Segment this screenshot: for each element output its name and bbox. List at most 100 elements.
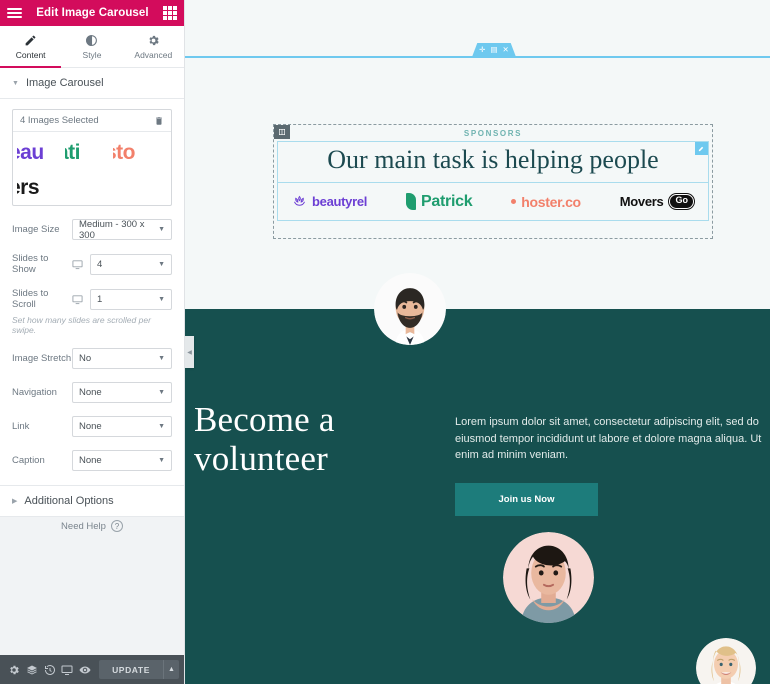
section-image-carousel[interactable]: ▼ Image Carousel: [0, 68, 184, 99]
headline-widget[interactable]: Our main task is helping people: [277, 141, 709, 183]
hero-section[interactable]: Become a volunteer Lorem ipsum dolor sit…: [185, 309, 770, 684]
navigation-select[interactable]: None ▼: [72, 382, 172, 403]
logo-beautyrel-text: beautyrel: [312, 194, 368, 209]
panel-tabs: Content Style Advanced: [0, 26, 184, 68]
caption-value: None: [79, 455, 102, 466]
columns-icon[interactable]: ▤: [490, 46, 497, 54]
plus-icon[interactable]: ✛: [479, 46, 485, 54]
image-carousel-controls: 4 Images Selected eau ati sto ers Image …: [0, 99, 184, 486]
field-image-stretch-label: Image Stretch: [12, 353, 72, 364]
column-handle-icon[interactable]: [274, 125, 290, 139]
image-size-select[interactable]: Medium - 300 x 300 ▼: [72, 218, 172, 241]
chevron-down-icon: ▼: [158, 423, 165, 430]
tab-style[interactable]: Style: [61, 27, 122, 68]
chevron-up-icon[interactable]: ▲: [162, 660, 179, 679]
panel-scroll-area: ▼ Image Carousel 4 Images Selected eau a…: [0, 68, 184, 655]
gallery-thumb[interactable]: sto: [113, 136, 159, 169]
sponsors-section[interactable]: SPONSORS Our main task is helping people: [273, 124, 713, 239]
panel-footer: UPDATE ▲: [0, 655, 184, 684]
close-icon[interactable]: ✕: [503, 46, 509, 54]
caption-select[interactable]: None ▼: [72, 450, 172, 471]
field-caption: Caption None ▼: [12, 450, 172, 471]
update-button-group: UPDATE ▲: [99, 660, 179, 679]
logo-movers-text: Movers: [619, 194, 664, 209]
field-link: Link None ▼: [12, 416, 172, 437]
logo-moversgo[interactable]: Movers Go: [620, 194, 694, 209]
image-stretch-value: No: [79, 353, 92, 364]
slides-to-scroll-select[interactable]: 1 ▼: [90, 288, 172, 310]
gallery-thumb[interactable]: ers: [17, 171, 169, 204]
need-help-label: Need Help: [61, 520, 106, 532]
pencil-icon: [24, 34, 37, 47]
field-slides-to-scroll-label: Slides to Scroll: [12, 288, 49, 310]
update-button[interactable]: UPDATE: [99, 660, 163, 679]
logo-beautyrel[interactable]: beautyrel: [292, 194, 367, 209]
chevron-down-icon: ▼: [158, 355, 165, 362]
lotus-icon: [292, 194, 307, 209]
desktop-icon[interactable]: [72, 259, 83, 270]
gallery-summary-row: 4 Images Selected: [13, 110, 171, 132]
logo-hoster-co-text: hoster.co: [521, 193, 581, 210]
slides-to-show-value: 4: [97, 258, 103, 270]
responsive-mode-icon[interactable]: [58, 655, 76, 684]
section-handle-toolbar[interactable]: ✛ ▤ ✕: [472, 43, 516, 57]
navigation-value: None: [79, 387, 102, 398]
chevron-down-icon: ▼: [158, 260, 165, 268]
grid-icon[interactable]: [163, 6, 177, 20]
gallery-thumb[interactable]: ati: [65, 136, 111, 169]
trash-icon[interactable]: [154, 116, 164, 126]
logo-patrick-text: Patrick: [421, 192, 473, 210]
gallery-control: 4 Images Selected eau ati sto ers: [12, 109, 172, 206]
gallery-summary: 4 Images Selected: [20, 115, 99, 126]
chevron-down-icon: ▼: [12, 79, 19, 87]
contrast-icon: [85, 34, 98, 47]
need-help-area: Need Help ?: [0, 517, 184, 655]
editor-canvas: ◀ ✛ ▤ ✕ SPONSORS Our main task is helpin…: [185, 0, 770, 684]
field-slides-to-show-label: Slides to Show: [12, 253, 49, 275]
section-additional-options[interactable]: ▶ Additional Options: [0, 486, 184, 517]
avatar-bearded-man: [374, 273, 446, 345]
panel-collapse-handle[interactable]: ◀: [185, 336, 194, 368]
gallery-thumb[interactable]: eau: [17, 136, 63, 169]
panel-header: Edit Image Carousel: [0, 0, 184, 26]
tab-advanced[interactable]: Advanced: [123, 27, 184, 68]
chevron-down-icon: ▼: [158, 389, 165, 396]
sponsors-label: SPONSORS: [463, 129, 523, 138]
image-stretch-select[interactable]: No ▼: [72, 348, 172, 369]
field-navigation: Navigation None ▼: [12, 382, 172, 403]
avatar-dark-haired-woman: [503, 532, 594, 623]
question-mark-icon: ?: [110, 520, 123, 532]
hamburger-icon[interactable]: [7, 8, 22, 18]
hero-title: Become a volunteer: [194, 400, 335, 479]
settings-icon[interactable]: [5, 655, 23, 684]
chevron-down-icon: ▼: [158, 457, 165, 464]
chevron-down-icon: ▼: [158, 226, 165, 233]
tab-content[interactable]: Content: [0, 27, 62, 68]
section-image-carousel-label: Image Carousel: [25, 77, 104, 89]
section-additional-options-label: Additional Options: [24, 495, 114, 507]
image-carousel-widget[interactable]: beautyrel Patrick hoster.co Movers Go: [277, 183, 709, 221]
preview-icon[interactable]: [76, 655, 94, 684]
join-us-now-button[interactable]: Join us Now: [455, 483, 598, 516]
tab-content-label: Content: [15, 49, 46, 60]
field-caption-label: Caption: [12, 455, 45, 466]
history-icon[interactable]: [41, 655, 59, 684]
page-title: Edit Image Carousel: [36, 7, 149, 19]
chevron-right-icon: ▶: [12, 497, 18, 505]
field-image-size: Image Size Medium - 300 x 300 ▼: [12, 218, 172, 241]
dot-icon: [511, 199, 517, 204]
logo-patrick[interactable]: Patrick: [406, 192, 473, 211]
pencil-edit-icon[interactable]: [695, 142, 708, 155]
field-navigation-label: Navigation: [12, 387, 57, 398]
go-pill: Go: [669, 194, 694, 209]
hero-paragraph: Lorem ipsum dolor sit amet, consectetur …: [455, 416, 762, 462]
slides-to-show-select[interactable]: 4 ▼: [90, 253, 172, 275]
need-help-link[interactable]: Need Help ?: [61, 520, 123, 532]
gear-icon: [147, 34, 160, 47]
slides-to-scroll-hint: Set how many slides are scrolled per swi…: [12, 315, 151, 335]
desktop-icon[interactable]: [72, 294, 83, 305]
navigator-icon[interactable]: [23, 655, 41, 684]
image-size-value: Medium - 300 x 300: [79, 218, 145, 241]
link-select[interactable]: None ▼: [72, 416, 172, 437]
logo-hoster-co[interactable]: hoster.co: [511, 194, 581, 210]
